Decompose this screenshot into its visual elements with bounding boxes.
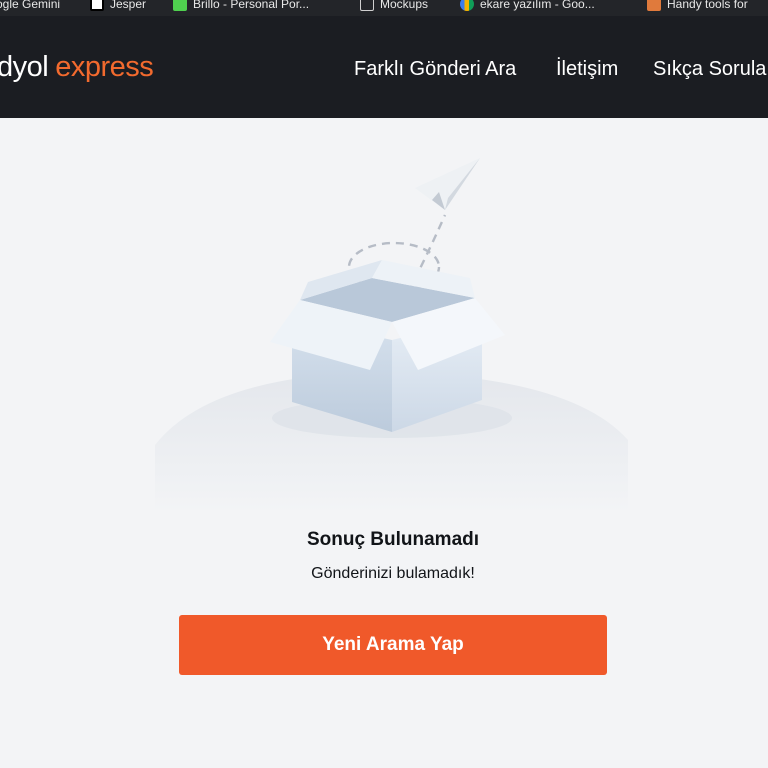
bookmark-label: Brillo - Personal Por... [193, 0, 310, 11]
site-header: dyol express Farklı Gönderi Ara İletişim … [0, 16, 768, 118]
brillo-icon [173, 0, 187, 11]
bookmark-brillo[interactable]: Brillo - Personal Por... [173, 0, 309, 13]
logo-text-brand: dyol [0, 51, 49, 83]
bookmark-icon [90, 0, 104, 11]
bookmark-label: ekare yazılım - Goo... [480, 0, 595, 11]
google-drive-icon [460, 0, 474, 11]
empty-state-message: Gönderinizi bulamadık! [311, 565, 475, 582]
bookmarks-bar: ogle Gemini Jesper Brillo - Personal Por… [0, 0, 768, 16]
bookmark-label: ogle Gemini [0, 0, 61, 11]
tools-icon [647, 0, 661, 11]
bookmark-jesper[interactable]: Jesper [90, 0, 146, 13]
site-logo[interactable]: dyol express [0, 49, 154, 85]
folder-icon [360, 0, 374, 11]
bookmark-mockups[interactable]: Mockups [360, 0, 428, 13]
bookmark-label: Jesper [110, 0, 147, 11]
bookmark-label: Mockups [380, 0, 429, 11]
bookmark-gemini[interactable]: ogle Gemini [0, 0, 60, 13]
bookmark-label: Handy tools for [667, 0, 748, 11]
nav-link-faq[interactable]: Sıkça Sorula [653, 56, 766, 82]
new-search-button[interactable]: Yeni Arama Yap [179, 615, 607, 675]
paper-plane-icon [415, 158, 480, 210]
nav-link-contact[interactable]: İletişim [556, 56, 618, 82]
logo-text-express: express [55, 51, 154, 83]
nav-link-track-other[interactable]: Farklı Gönderi Ara [354, 56, 516, 82]
empty-state-title: Sonuç Bulunamadı [306, 529, 480, 550]
bookmark-handy-tools[interactable]: Handy tools for [647, 0, 748, 13]
bookmark-ekare[interactable]: ekare yazılım - Goo... [460, 0, 595, 13]
empty-box-illustration [155, 158, 628, 512]
